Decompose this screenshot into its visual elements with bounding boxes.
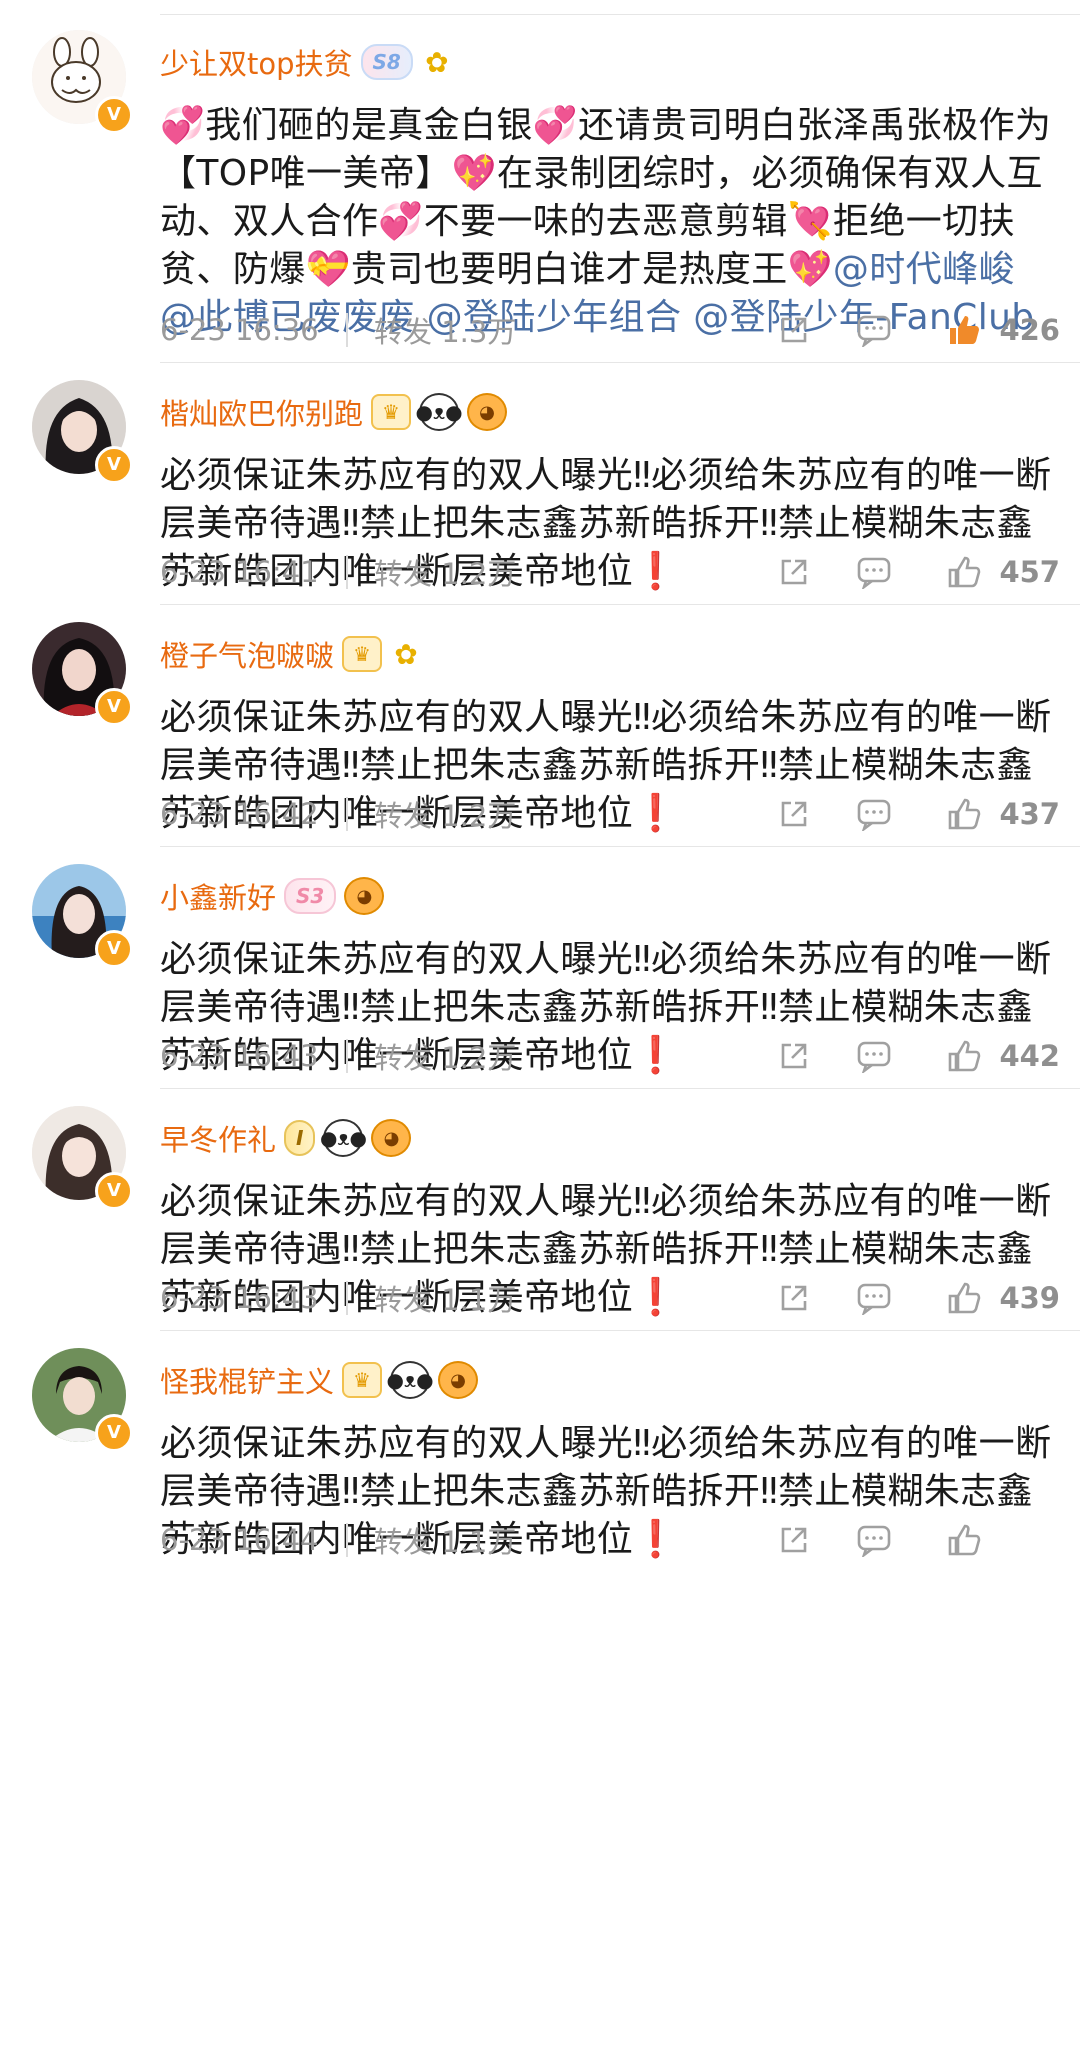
crown-icon: ♛ — [371, 394, 412, 430]
like-icon[interactable] — [944, 794, 984, 834]
meta-divider — [346, 1523, 348, 1557]
name-row: 橙子气泡啵啵 ♛ ✿ — [160, 632, 422, 676]
panda-icon: ●ᴥ● — [416, 393, 463, 431]
heart-emoji: 💝 — [305, 249, 351, 290]
name-row: 少让双top扶贫 S8 ✿ — [160, 40, 453, 84]
verified-badge: V — [95, 1172, 133, 1210]
meta-divider — [346, 555, 348, 589]
puffer-icon: ◕ — [438, 1361, 479, 1399]
like-icon[interactable] — [944, 310, 984, 350]
flower-icon: ✿ — [425, 45, 449, 79]
comment-meta: 6-23 16:43 转发 1.2万 442 — [160, 1026, 1060, 1086]
row-divider — [160, 1088, 1080, 1089]
meta-divider — [346, 797, 348, 831]
share-icon[interactable] — [774, 310, 814, 350]
comment-meta: 6-23 16:36 转发 1.3万 426 — [160, 300, 1060, 360]
comment-segment: 我们砸的是真金白银 — [205, 105, 533, 146]
share-icon[interactable] — [774, 1036, 814, 1076]
verified-badge: V — [95, 688, 133, 726]
crown-icon: ♛ — [342, 636, 383, 672]
repost-count[interactable]: 转发 1.1万 — [374, 1277, 734, 1319]
name-row: 楷灿欧巴你别跑 ♛ ●ᴥ● ◕ — [160, 390, 508, 434]
panda-icon: ●ᴥ● — [387, 1361, 434, 1399]
row-divider — [160, 1330, 1080, 1331]
like-icon[interactable] — [944, 1278, 984, 1318]
comment-segment: 不要一味的去恶意剪辑 — [423, 201, 788, 242]
row-divider — [160, 846, 1080, 847]
heart-emoji: 💖 — [787, 249, 833, 290]
timestamp: 6-23 16:44 — [160, 1523, 319, 1557]
heart-emoji: 💖 — [451, 153, 497, 194]
comment-meta: 6-23 16:41 转发 1.2万 457 — [160, 542, 1060, 602]
reply-icon[interactable] — [854, 1520, 894, 1560]
heart-emoji: 💞 — [532, 105, 579, 146]
username[interactable]: 小鑫新好 — [160, 875, 276, 917]
reply-icon[interactable] — [854, 552, 894, 592]
share-icon[interactable] — [774, 1278, 814, 1318]
repost-count[interactable]: 转发 1.1万 — [374, 1519, 734, 1561]
share-icon[interactable] — [774, 794, 814, 834]
username[interactable]: 橙子气泡啵啵 — [160, 633, 334, 675]
like-icon[interactable] — [944, 552, 984, 592]
fan-level-badge: S3 — [284, 878, 337, 914]
comment-meta: 6-23 16:44 转发 1.1万 — [160, 1510, 1060, 1570]
like-count: 457 — [999, 555, 1060, 589]
fan-level-badge: S8 — [360, 44, 413, 80]
flower-icon: ✿ — [394, 637, 418, 671]
timestamp: 6-23 16:43 — [160, 1039, 319, 1073]
timestamp: 6-23 16:42 — [160, 797, 319, 831]
username[interactable]: 少让双top扶贫 — [160, 41, 353, 83]
like-count: 439 — [999, 1281, 1060, 1315]
comment-item: V 少让双top扶贫 S8 ✿ 💞我们砸的是真金白银💞还请贵司明白张泽禹张极作为… — [0, 30, 1080, 350]
like-count: 426 — [999, 313, 1060, 347]
comment-segment: 贵司也要明白谁才是热度王 — [350, 249, 788, 290]
timestamp: 6-23 16:41 — [160, 555, 319, 589]
timestamp: 6-23 16:36 — [160, 313, 319, 347]
repost-count[interactable]: 转发 1.3万 — [374, 309, 734, 351]
repost-count[interactable]: 转发 1.2万 — [374, 793, 734, 835]
puffer-icon: ◕ — [467, 393, 508, 431]
like-icon[interactable] — [944, 1036, 984, 1076]
vip-badge: I — [284, 1120, 316, 1156]
heart-emoji: 💞 — [378, 201, 424, 242]
username[interactable]: 怪我棍铲主义 — [160, 1359, 334, 1401]
row-divider — [160, 362, 1080, 363]
verified-badge: V — [95, 96, 133, 134]
puffer-icon: ◕ — [344, 877, 385, 915]
like-count: 442 — [999, 1039, 1060, 1073]
crown-icon: ♛ — [342, 1362, 383, 1398]
row-divider — [160, 604, 1080, 605]
name-row: 早冬作礼 I ●ᴥ● ◕ — [160, 1116, 412, 1160]
verified-badge: V — [95, 930, 133, 968]
comment-meta: 6-23 16:43 转发 1.1万 439 — [160, 1268, 1060, 1328]
heart-emoji: 💘 — [787, 201, 833, 242]
comment-item: V 怪我棍铲主义 ♛ ●ᴥ● ◕ 必须保证朱苏应有的双人曝光‼必须给朱苏应有的唯… — [0, 1348, 1080, 1668]
heart-emoji: 💞 — [160, 105, 206, 146]
like-count: 437 — [999, 797, 1060, 831]
username[interactable]: 楷灿欧巴你别跑 — [160, 391, 363, 433]
timestamp: 6-23 16:43 — [160, 1281, 319, 1315]
meta-divider — [346, 1281, 348, 1315]
name-row: 怪我棍铲主义 ♛ ●ᴥ● ◕ — [160, 1358, 479, 1402]
repost-count[interactable]: 转发 1.2万 — [374, 1035, 734, 1077]
panda-icon: ●ᴥ● — [320, 1119, 367, 1157]
puffer-icon: ◕ — [371, 1119, 412, 1157]
meta-divider — [346, 313, 348, 347]
share-icon[interactable] — [774, 1520, 814, 1560]
meta-divider — [346, 1039, 348, 1073]
comment-meta: 6-23 16:42 转发 1.2万 437 — [160, 784, 1060, 844]
reply-icon[interactable] — [854, 310, 894, 350]
top-divider — [160, 14, 1080, 15]
verified-badge: V — [95, 446, 133, 484]
reply-icon[interactable] — [854, 794, 894, 834]
share-icon[interactable] — [774, 552, 814, 592]
like-icon[interactable] — [944, 1520, 984, 1560]
name-row: 小鑫新好 S3 ◕ — [160, 874, 385, 918]
reply-icon[interactable] — [854, 1036, 894, 1076]
repost-count[interactable]: 转发 1.2万 — [374, 551, 734, 593]
reply-icon[interactable] — [854, 1278, 894, 1318]
verified-badge: V — [95, 1414, 133, 1452]
username[interactable]: 早冬作礼 — [160, 1117, 276, 1159]
